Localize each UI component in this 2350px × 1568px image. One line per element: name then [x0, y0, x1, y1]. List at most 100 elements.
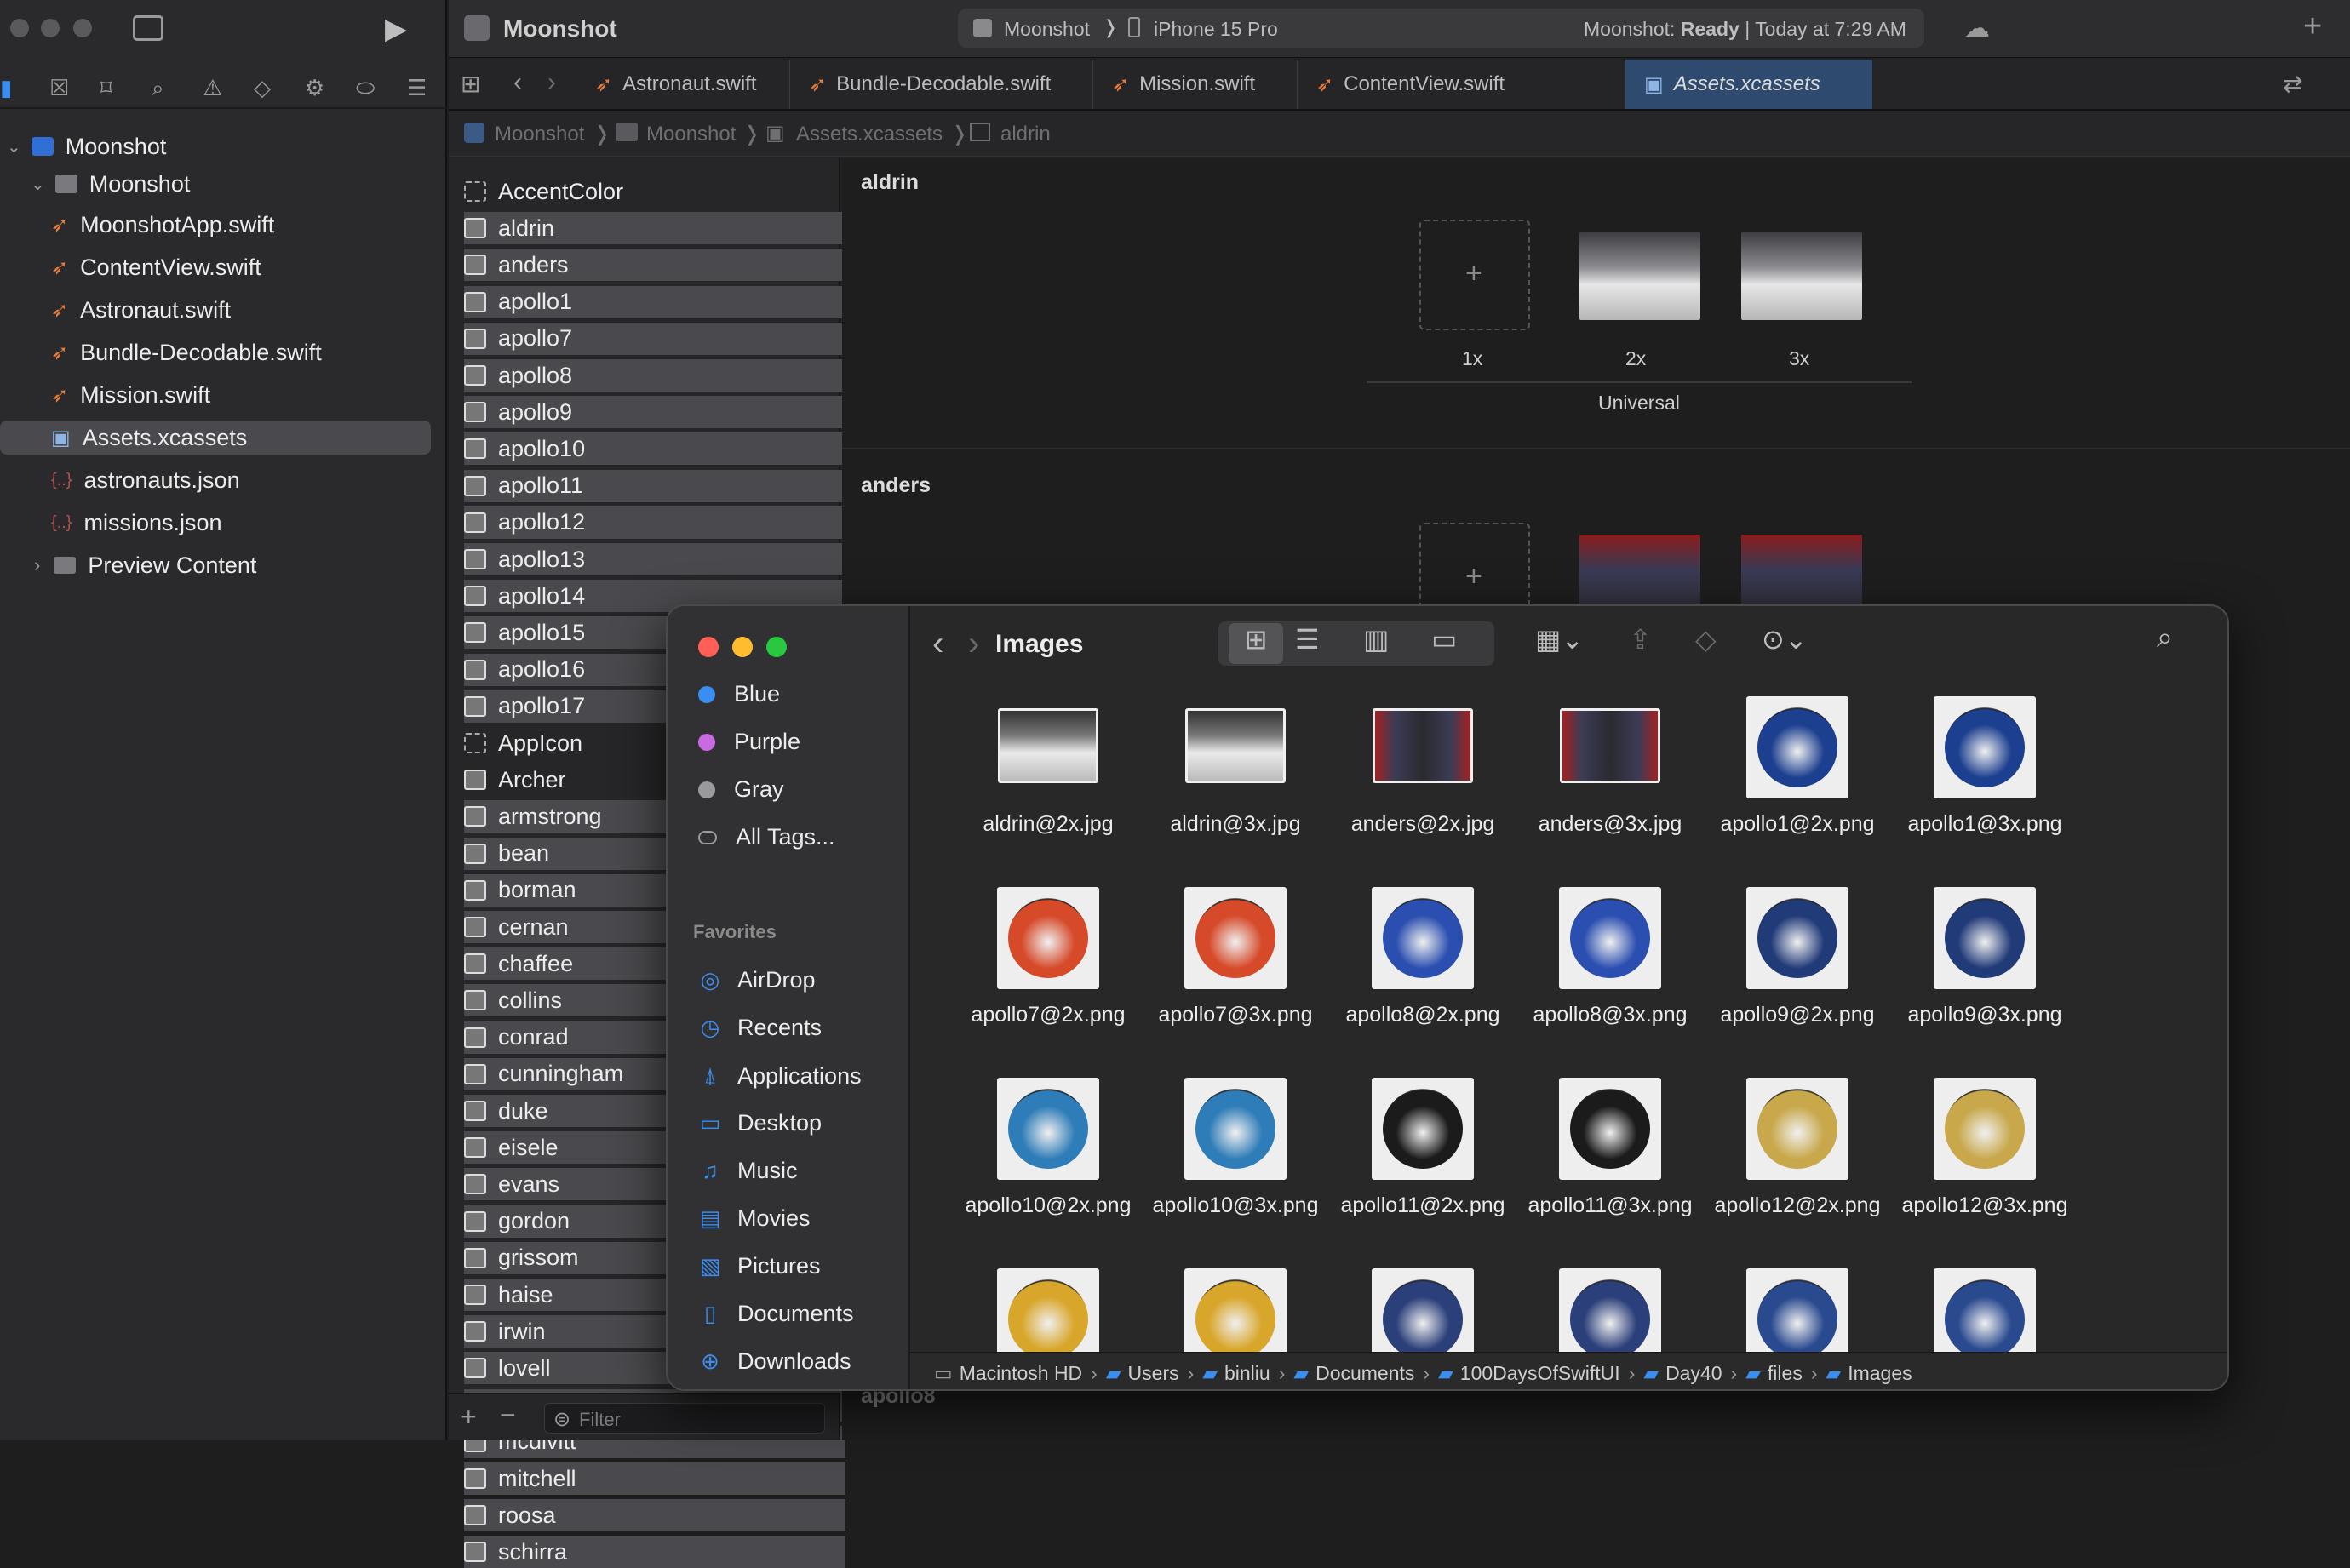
group-icon[interactable]: ▦⌄ — [1535, 623, 1584, 655]
breakpoint-icon[interactable]: ⬭ — [356, 75, 375, 102]
tag-item[interactable]: Blue — [698, 681, 780, 707]
grid-view-icon[interactable]: ⊞ — [1229, 623, 1283, 664]
asset-row[interactable]: schirra — [464, 1536, 845, 1568]
tab-assets[interactable]: ▣ Assets.xcassets — [1625, 60, 1872, 109]
tree-project[interactable]: ⌄ Moonshot — [7, 129, 166, 163]
file-item[interactable]: aldrin@2x.jpg — [954, 683, 1142, 853]
file-item[interactable]: apollo8@3x.png — [1516, 873, 1704, 1044]
tree-file[interactable]: ➶ Bundle-Decodable.swift — [51, 335, 322, 369]
filter-field[interactable]: ⊜ Filter — [544, 1403, 825, 1434]
report-icon[interactable]: ☰ — [407, 75, 427, 101]
search-icon[interactable]: ⌕ — [152, 75, 164, 102]
back-icon[interactable]: ‹ — [932, 625, 943, 663]
image-slot-1x[interactable]: + — [1419, 220, 1530, 330]
sidebar-item-desktop[interactable]: ▭ Desktop — [698, 1110, 822, 1136]
test-icon[interactable]: ◇ — [254, 75, 271, 101]
sidebar-toggle-icon[interactable] — [133, 15, 163, 41]
search-icon[interactable]: ⌕ — [2157, 621, 2173, 655]
asset-row[interactable]: apollo1 — [464, 285, 845, 318]
asset-row[interactable]: apollo10 — [464, 432, 845, 466]
asset-row[interactable]: anders — [464, 249, 845, 282]
tree-file[interactable]: ➶ Mission.swift — [51, 378, 210, 412]
zoom-window-button[interactable] — [73, 19, 92, 37]
asset-row[interactable]: aldrin — [464, 212, 845, 245]
add-button[interactable]: + — [2303, 9, 2322, 45]
sidebar-item-applications[interactable]: ⍋ Applications — [698, 1062, 861, 1090]
path-item[interactable]: ▰ Documents — [1293, 1362, 1414, 1385]
file-item[interactable]: apollo11@3x.png — [1516, 1064, 1704, 1234]
folder-icon[interactable]: ▮ — [0, 75, 12, 101]
tag-item[interactable]: All Tags... — [698, 824, 835, 850]
tag-item[interactable]: Gray — [698, 776, 784, 803]
warning-icon[interactable]: ⚠ — [203, 75, 222, 101]
file-item[interactable]: apollo9@3x.png — [1891, 873, 2078, 1044]
tree-file[interactable]: ➶ ContentView.swift — [51, 250, 261, 284]
asset-row[interactable]: AccentColor — [464, 175, 845, 208]
gallery-view-icon[interactable]: ▭ — [1431, 623, 1457, 655]
tree-file[interactable]: › Preview Content — [34, 548, 256, 582]
chevron-down-icon[interactable]: ⌄ — [31, 174, 45, 195]
asset-row[interactable]: apollo8 — [464, 359, 845, 392]
sidebar-item-movies[interactable]: ▤ Movies — [698, 1205, 811, 1232]
breadcrumb-item[interactable]: Assets.xcassets — [796, 123, 943, 146]
breadcrumb-item[interactable]: Moonshot — [495, 123, 584, 146]
breadcrumb-item[interactable]: aldrin — [1000, 123, 1051, 146]
path-item[interactable]: ▰ files — [1745, 1362, 1803, 1385]
asset-row[interactable]: apollo9 — [464, 396, 845, 429]
scheme-selector[interactable]: Moonshot — [1004, 18, 1090, 41]
tree-file[interactable]: {..} astronauts.json — [51, 463, 240, 497]
run-button[interactable]: ▶ — [385, 12, 407, 46]
sidebar-item-music[interactable]: ♫ Music — [698, 1158, 797, 1184]
zoom-window-button[interactable] — [766, 637, 787, 657]
asset-row[interactable]: mitchell — [464, 1462, 845, 1495]
file-item[interactable]: anders@2x.jpg — [1329, 683, 1516, 853]
close-window-button[interactable] — [10, 19, 29, 37]
sidebar-item-recents[interactable]: ◷ Recents — [698, 1015, 822, 1041]
chevron-right-icon[interactable]: › — [34, 554, 40, 576]
sidebar-item-documents[interactable]: ▯ Documents — [698, 1301, 854, 1327]
minimize-window-button[interactable] — [732, 637, 753, 657]
tab-contentview[interactable]: ➶ ContentView.swift — [1297, 60, 1525, 109]
file-item[interactable]: apollo7@3x.png — [1142, 873, 1329, 1044]
list-view-icon[interactable]: ☰ — [1295, 623, 1320, 655]
asset-row[interactable]: apollo7 — [464, 322, 845, 355]
add-asset-button[interactable]: + — [461, 1401, 477, 1433]
back-icon[interactable]: ‹ — [513, 68, 522, 97]
file-item[interactable]: aldrin@3x.jpg — [1142, 683, 1329, 853]
file-item[interactable]: apollo9@2x.png — [1704, 873, 1891, 1044]
file-item[interactable]: apollo10@2x.png — [954, 1064, 1142, 1234]
more-options-icon[interactable]: ⊙⌄ — [1762, 623, 1808, 655]
source-control-icon[interactable]: ☒ — [49, 75, 69, 101]
file-item[interactable]: apollo12@3x.png — [1891, 1064, 2078, 1234]
file-item[interactable]: apollo1@3x.png — [1891, 683, 2078, 853]
image-slot-3x[interactable] — [1741, 232, 1862, 320]
tree-file[interactable]: ➶ Astronaut.swift — [51, 293, 231, 327]
asset-row[interactable]: roosa — [464, 1499, 845, 1532]
minimize-window-button[interactable] — [41, 19, 60, 37]
file-item[interactable]: apollo11@2x.png — [1329, 1064, 1516, 1234]
path-item[interactable]: ▰ 100DaysOfSwiftUI — [1438, 1362, 1620, 1385]
path-item[interactable]: ▰ Day40 — [1643, 1362, 1722, 1385]
bookmark-icon[interactable]: ⌑ — [100, 75, 112, 101]
file-item[interactable]: apollo8@2x.png — [1329, 873, 1516, 1044]
file-item[interactable]: apollo12@2x.png — [1704, 1064, 1891, 1234]
file-item[interactable]: anders@3x.jpg — [1516, 683, 1704, 853]
path-item[interactable]: ▭ Macintosh HD — [934, 1362, 1082, 1385]
file-item[interactable]: apollo7@2x.png — [954, 873, 1142, 1044]
asset-row[interactable]: apollo11 — [464, 469, 845, 502]
debug-icon[interactable]: ⚙ — [305, 75, 324, 101]
remove-asset-button[interactable]: − — [500, 1399, 516, 1431]
tag-icon[interactable]: ◇ — [1695, 623, 1717, 655]
forward-icon[interactable]: › — [968, 625, 979, 663]
sidebar-item-airdrop[interactable]: ◎ AirDrop — [698, 967, 816, 993]
tab-astronaut[interactable]: ➶ Astronaut.swift — [576, 60, 789, 109]
tree-file[interactable]: ➶ MoonshotApp.swift — [51, 208, 274, 242]
activity-view[interactable]: Moonshot ❭ iPhone 15 Pro Moonshot: Ready… — [958, 9, 1924, 48]
forward-icon[interactable]: › — [547, 68, 556, 97]
tree-group[interactable]: ⌄ Moonshot — [31, 167, 190, 201]
share-icon[interactable]: ⇪ — [1629, 623, 1652, 655]
asset-row[interactable]: apollo12 — [464, 506, 845, 539]
tree-file[interactable]: ▣ Assets.xcassets — [0, 421, 431, 455]
file-item[interactable]: apollo10@3x.png — [1142, 1064, 1329, 1234]
related-items-icon[interactable]: ⇄ — [2283, 70, 2302, 98]
